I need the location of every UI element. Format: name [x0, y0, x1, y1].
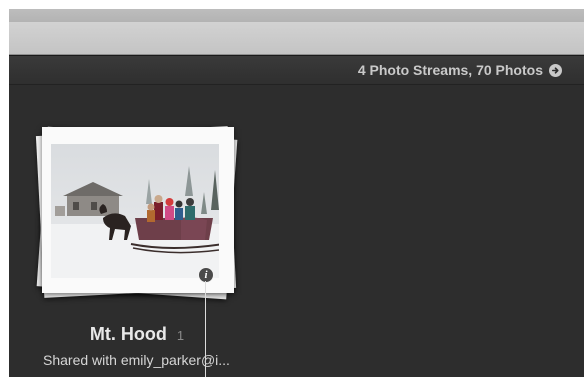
screenshot-frame: 4 Photo Streams, 70 Photos i Mt. Hood 1 … [0, 0, 584, 377]
photo-streams-summary: 4 Photo Streams, 70 Photos [357, 62, 543, 78]
photo-stream-title[interactable]: Mt. Hood 1 [9, 324, 265, 345]
photo-streams-summary-link[interactable]: 4 Photo Streams, 70 Photos [358, 62, 562, 78]
header-bar: 4 Photo Streams, 70 Photos [9, 55, 584, 85]
photo-thumbnail[interactable] [51, 144, 219, 278]
toolbar [9, 22, 584, 55]
shared-with-label: Shared with emily_parker@i... [43, 352, 230, 368]
window-top-edge [9, 9, 584, 22]
arrow-right-circle-icon[interactable] [549, 63, 562, 77]
photo-stream-name: Mt. Hood [89, 324, 167, 344]
photo-stream-count: 1 [176, 328, 185, 343]
photo-stream-view: 4 Photo Streams, 70 Photos i Mt. Hood 1 … [9, 9, 584, 377]
info-icon[interactable]: i [198, 267, 214, 283]
